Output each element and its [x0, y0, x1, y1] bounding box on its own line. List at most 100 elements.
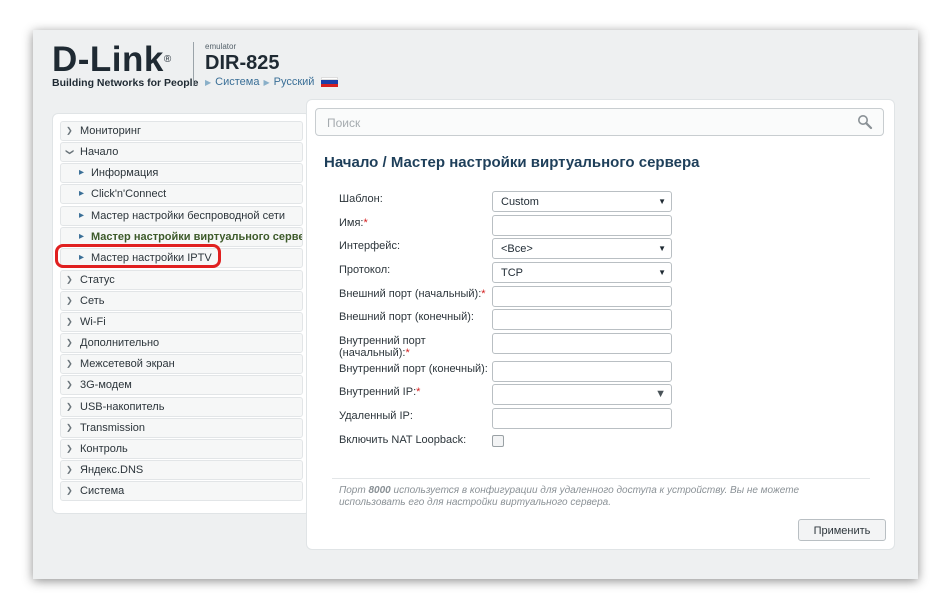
sidebar-item-label: Мастер настройки беспроводной сети: [91, 210, 286, 222]
int-port-end-input[interactable]: [492, 361, 672, 382]
sidebar-item[interactable]: ❯ Система: [60, 481, 303, 501]
sidebar-item[interactable]: ❯ Контроль: [60, 439, 303, 459]
sidebar-item-label: USB-накопитель: [80, 401, 165, 413]
header-info: emulator DIR-825 ▶ Система ▶ Русский: [205, 42, 339, 88]
chevron-right-icon: ❯: [66, 338, 73, 347]
sidebar-item[interactable]: ❯ Сеть: [60, 291, 303, 311]
header-divider: [193, 42, 194, 86]
required-mark: *: [416, 386, 421, 398]
chevron-right-icon: ❯: [66, 380, 73, 389]
sidebar-item-label: Информация: [91, 167, 159, 179]
arrow-right-icon: ▸: [79, 188, 85, 199]
required-mark: *: [405, 347, 410, 359]
ext-port-start-label-text: Внешний порт (начальный):: [339, 288, 482, 300]
triangle-right-icon: ▶: [263, 77, 270, 87]
sidebar-item[interactable]: ❯ Wi-Fi: [60, 312, 303, 332]
sidebar-item[interactable]: ❯ Мониторинг: [60, 121, 303, 141]
remote-ip-input[interactable]: [492, 408, 672, 429]
chevron-right-icon: ❯: [66, 317, 73, 326]
triangle-down-icon: ▼: [658, 197, 666, 206]
note-port: 8000: [368, 485, 391, 496]
sidebar-item-label: Статус: [80, 274, 115, 286]
int-port-start-label-line2: (начальный):: [339, 347, 406, 359]
int-ip-label-text: Внутренний IP:: [339, 386, 417, 398]
chevron-right-icon: ❯: [66, 359, 73, 368]
name-label-text: Имя:: [339, 217, 364, 229]
sidebar-item-label: Click'n'Connect: [91, 188, 167, 200]
header-links: ▶ Система ▶ Русский: [205, 76, 339, 88]
ext-port-start-input[interactable]: [492, 286, 672, 307]
sidebar-item[interactable]: ▸ Click'n'Connect: [60, 184, 303, 204]
protocol-label: Протокол:: [339, 264, 391, 276]
search-input[interactable]: Поиск: [327, 116, 360, 130]
iptv-highlight-annotation: [55, 244, 221, 268]
ext-port-end-input[interactable]: [492, 309, 672, 330]
arrow-right-icon: ▸: [79, 167, 85, 178]
chevron-right-icon: ❯: [66, 296, 73, 305]
russian-flag-icon[interactable]: [321, 76, 339, 88]
sidebar-item[interactable]: ❯ Межсетевой экран: [60, 354, 303, 374]
system-link[interactable]: Система: [215, 76, 259, 88]
search-icon[interactable]: [857, 114, 873, 130]
name-label: Имя:*: [339, 217, 368, 229]
ext-port-end-label: Внешний порт (конечный):: [339, 311, 474, 323]
sidebar-item-label: Контроль: [80, 443, 128, 455]
chevron-right-icon: ❯: [66, 486, 73, 495]
sidebar-item-label: Transmission: [80, 422, 145, 434]
sidebar-item-label: Дополнительно: [80, 337, 160, 349]
sidebar-item[interactable]: ❯ Яндекс.DNS: [60, 460, 303, 480]
note-prefix: Порт: [339, 485, 369, 496]
sidebar-item-label: Мониторинг: [80, 125, 142, 137]
sidebar-item[interactable]: ❯ Начало: [60, 142, 303, 162]
int-port-start-input[interactable]: [492, 333, 672, 354]
template-label: Шаблон:: [339, 193, 383, 205]
sidebar-item-label: Яндекс.DNS: [80, 464, 144, 476]
chevron-right-icon: ❯: [66, 402, 73, 411]
triangle-down-icon[interactable]: ▼: [655, 388, 666, 400]
note-suffix: используется в конфигурации для удаленно…: [339, 485, 800, 508]
required-mark: *: [481, 288, 486, 300]
sidebar-item[interactable]: ❯ Transmission: [60, 418, 303, 438]
sidebar-item-label: Система: [80, 485, 125, 497]
remote-ip-label: Удаленный IP:: [339, 410, 413, 422]
required-mark: *: [363, 217, 368, 229]
name-input[interactable]: [492, 215, 672, 236]
interface-value: <Все>: [501, 243, 533, 255]
int-port-start-label: Внутренний порт (начальный):*: [339, 335, 426, 359]
protocol-select[interactable]: TCP ▼: [492, 262, 672, 283]
sidebar-item[interactable]: ❯ 3G-модем: [60, 375, 303, 395]
chevron-down-icon: ❯: [65, 148, 75, 156]
triangle-right-icon: ▶: [205, 77, 212, 87]
page-title: Начало / Мастер настройки виртуального с…: [324, 154, 700, 171]
chevron-right-icon: ❯: [66, 275, 73, 284]
sidebar-item-label: 3G-модем: [80, 379, 132, 391]
search-box[interactable]: Поиск: [315, 108, 884, 136]
template-select[interactable]: Custom ▼: [492, 191, 672, 212]
triangle-down-icon: ▼: [658, 244, 666, 253]
language-link[interactable]: Русский: [274, 76, 315, 88]
sidebar-item-label: Сеть: [80, 295, 105, 307]
sidebar-item[interactable]: ▸ Информация: [60, 163, 303, 183]
ext-port-start-label: Внешний порт (начальный):*: [339, 288, 486, 300]
sidebar-item-label: Wi-Fi: [80, 316, 106, 328]
sidebar-item-label: Начало: [80, 146, 119, 158]
sidebar-item[interactable]: ▸ Мастер настройки беспроводной сети: [60, 206, 303, 226]
port-note: Порт 8000 используется в конфигурации дл…: [339, 485, 829, 509]
sidebar-item[interactable]: ❯ USB-накопитель: [60, 397, 303, 417]
chevron-right-icon: ❯: [66, 126, 73, 135]
sidebar-item[interactable]: ❯ Дополнительно: [60, 333, 303, 353]
note-divider: [332, 478, 870, 479]
nat-loopback-label: Включить NAT Loopback:: [339, 434, 467, 446]
emulator-label: emulator: [205, 42, 237, 51]
protocol-value: TCP: [501, 267, 523, 279]
int-port-end-label: Внутренний порт (конечный):: [339, 363, 488, 375]
arrow-right-icon: ▸: [79, 210, 85, 221]
nat-loopback-checkbox[interactable]: [492, 435, 504, 447]
int-ip-combobox[interactable]: ▼: [492, 384, 672, 405]
apply-button[interactable]: Применить: [798, 519, 886, 541]
chevron-right-icon: ❯: [66, 423, 73, 432]
sidebar-item[interactable]: ❯ Статус: [60, 270, 303, 290]
sidebar-item-label: Межсетевой экран: [80, 358, 175, 370]
registered-mark: ®: [163, 54, 172, 65]
interface-select[interactable]: <Все> ▼: [492, 238, 672, 259]
